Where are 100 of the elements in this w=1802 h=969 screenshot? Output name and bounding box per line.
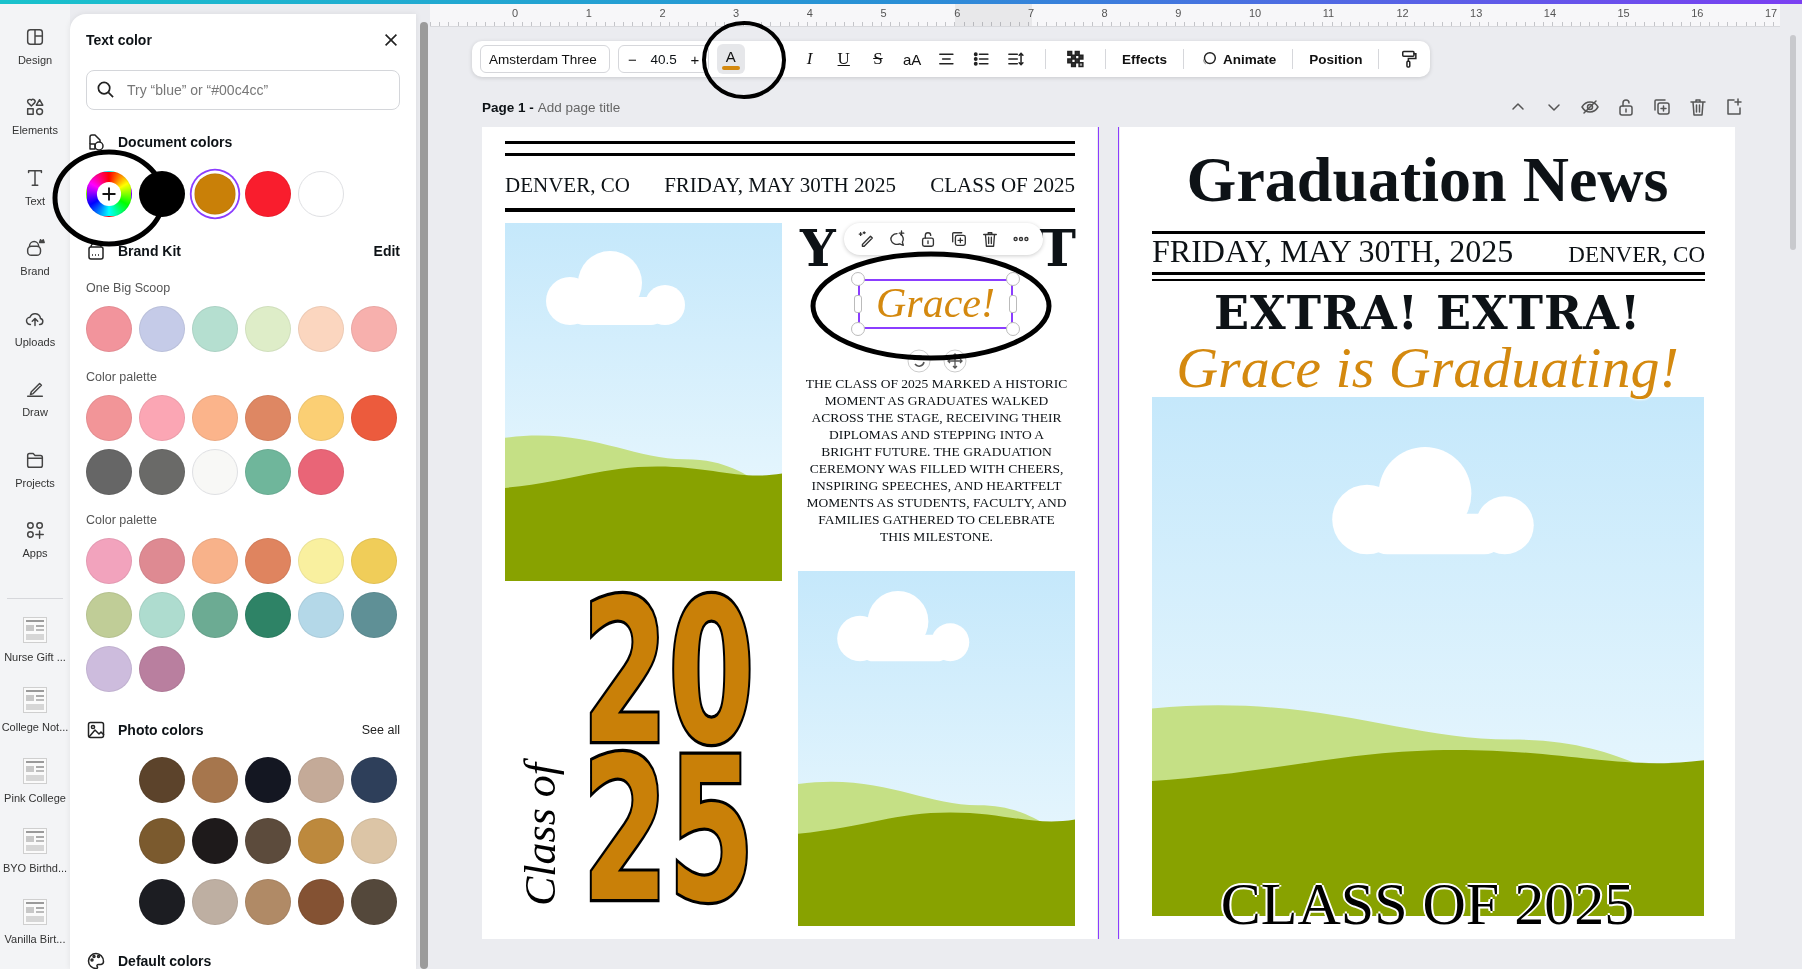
ruler-number: 10 xyxy=(1249,7,1262,19)
brand-kit-icon xyxy=(86,241,106,261)
font-size-value[interactable]: 40.5 xyxy=(650,51,677,67)
rotate-handle-icon[interactable] xyxy=(907,349,931,373)
ruler-number: 13 xyxy=(1470,7,1483,19)
ruler-number: 6 xyxy=(954,7,961,19)
transparency-icon[interactable] xyxy=(1066,49,1086,69)
recent-design-label[interactable]: Nurse Gift ... xyxy=(4,650,66,663)
ruler-number: 17 xyxy=(1764,7,1778,19)
headline-text: T xyxy=(1038,221,1075,277)
add-color-button[interactable] xyxy=(86,171,132,217)
animate-button[interactable]: Animate xyxy=(1199,50,1277,68)
trash-icon[interactable] xyxy=(981,230,1000,248)
ruler-number: 12 xyxy=(1396,7,1409,19)
format-button[interactable]: aA xyxy=(899,50,926,68)
text-color-button[interactable]: A xyxy=(716,44,745,74)
format-button[interactable]: U xyxy=(830,49,857,69)
section-title: Default colors xyxy=(118,953,213,969)
duplicate-icon[interactable] xyxy=(1652,97,1672,117)
trash-icon[interactable] xyxy=(1688,97,1708,117)
section-title: Document colors xyxy=(118,134,234,150)
resize-handle[interactable] xyxy=(851,272,865,286)
page-label: Page 1 - xyxy=(482,99,534,115)
eye-hidden-icon[interactable] xyxy=(1580,97,1600,117)
search-field[interactable]: Try “blue” or “#00c4cc” xyxy=(86,70,400,110)
palette-icon xyxy=(86,951,106,969)
ruler-number: 14 xyxy=(1543,7,1557,19)
rail-label[interactable]: Brand xyxy=(20,265,50,278)
ruler-number: 11 xyxy=(1322,7,1335,19)
place-text: DENVER, CO xyxy=(1568,242,1705,268)
recent-design-label[interactable]: Pink College xyxy=(4,791,66,804)
see-all-link[interactable]: See all xyxy=(361,723,400,737)
color-swatch[interactable] xyxy=(298,171,344,217)
headline-text: Y xyxy=(800,221,835,277)
rail-label[interactable]: Projects xyxy=(15,476,55,489)
recent-design-label[interactable]: College Not... xyxy=(1,721,69,734)
font-dropdown[interactable]: Amsterdam Three xyxy=(480,45,611,73)
scrollbar[interactable] xyxy=(1790,35,1796,250)
rail-label[interactable]: Text xyxy=(24,194,46,207)
rail-label[interactable]: Apps xyxy=(22,547,48,560)
move-handle-icon[interactable] xyxy=(943,349,967,373)
decrease-button[interactable]: − xyxy=(623,50,642,68)
format-button[interactable]: I xyxy=(796,49,823,69)
recent-design-label[interactable]: BYO Birthd... xyxy=(2,862,68,875)
header-text: DENVER, CO xyxy=(505,173,630,198)
newspaper-title: Graduation News xyxy=(1185,145,1670,215)
palette-name: One Big Scoop xyxy=(86,281,172,297)
ruler-number: 2 xyxy=(659,7,666,19)
search-icon xyxy=(96,80,115,99)
ruler-number: 5 xyxy=(880,7,887,19)
paint-icon xyxy=(86,132,106,152)
plus-icon xyxy=(96,181,122,207)
bullet-list-icon[interactable] xyxy=(971,49,991,69)
paint-roller-icon[interactable] xyxy=(1399,49,1419,69)
add-page-icon[interactable] xyxy=(1724,97,1744,117)
resize-handle[interactable] xyxy=(1009,295,1017,313)
resize-handle[interactable] xyxy=(1006,322,1020,336)
increase-button[interactable]: + xyxy=(685,50,704,68)
header-text: FRIDAY, MAY 30TH 2025 xyxy=(664,173,896,198)
ruler-number: 0 xyxy=(512,7,519,19)
section-title: Brand Kit xyxy=(118,243,182,259)
close-icon[interactable] xyxy=(382,31,400,49)
ruler-number: 3 xyxy=(733,7,740,19)
color-swatch[interactable] xyxy=(192,449,238,495)
format-button[interactable]: S xyxy=(864,49,892,69)
date-text: FRIDAY, MAY 30TH, 2025 xyxy=(1152,233,1514,270)
rail-label[interactable]: Design xyxy=(17,54,53,66)
lock-icon[interactable] xyxy=(1616,97,1636,117)
text-color-letter: A xyxy=(725,48,736,64)
page-title-field[interactable]: Add page title xyxy=(537,99,648,115)
magic-pen-icon[interactable] xyxy=(856,230,875,248)
comment-add-icon[interactable] xyxy=(887,230,906,248)
palette-name: Color palette xyxy=(86,513,158,529)
rail-label[interactable]: Elements xyxy=(12,124,58,137)
resize-handle[interactable] xyxy=(854,295,862,313)
ruler-number: 15 xyxy=(1617,7,1630,19)
scrollbar[interactable] xyxy=(420,22,428,969)
ruler-number: 16 xyxy=(1691,7,1704,19)
image-icon xyxy=(86,720,106,740)
palette-name: Color palette xyxy=(86,370,158,386)
rail-label[interactable]: Uploads xyxy=(14,335,56,348)
apps-icon[interactable] xyxy=(24,519,46,542)
duplicate-icon[interactable] xyxy=(950,230,969,248)
header-text: CLASS OF 2025 xyxy=(930,173,1075,198)
ruler-number: 9 xyxy=(1175,7,1182,19)
effects-button[interactable]: Effects xyxy=(1122,51,1167,67)
layout-icon[interactable] xyxy=(24,26,46,48)
rail-label[interactable]: Draw xyxy=(22,406,48,419)
section-title: Photo colors xyxy=(118,722,205,738)
edit-link[interactable]: Edit xyxy=(373,243,400,259)
ruler-number: 7 xyxy=(1027,7,1034,19)
ruler-number: 4 xyxy=(806,7,813,19)
panel-title: Text color xyxy=(86,32,152,48)
position-button[interactable]: Position xyxy=(1309,51,1363,67)
recent-design-label[interactable]: Vanilla Birt... xyxy=(4,932,66,945)
resize-handle[interactable] xyxy=(851,322,865,336)
story-paragraph: THE CLASS OF 2025 MARKED A HISTORIC MOMENT AS GRADUATES WALKED ACROSS THE STAGE, RECEIVING THEIR DIPLOMAS AND STEPPING INTO A BRIGHT FUTURE. THE GRADUATION CEREMONY WAS FILLED WITH CHEERS, INSPIRING SPEECHES, AND HEARTFELT MOMENTS AS STUDENTS, FACULTY, AND FAMILIES GATHERED TO CELEBRATE THIS MILESTONE. xyxy=(804,375,1069,545)
resize-handle[interactable] xyxy=(1006,272,1020,286)
ruler-number: 1 xyxy=(585,7,592,19)
ruler-number: 8 xyxy=(1101,7,1108,19)
